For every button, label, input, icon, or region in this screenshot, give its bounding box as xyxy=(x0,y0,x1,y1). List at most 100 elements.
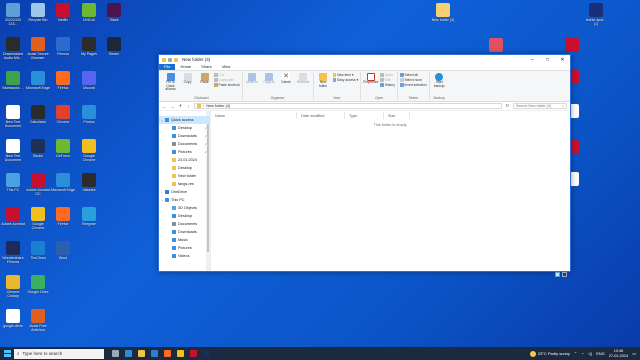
desktop-icon[interactable]: Microsoft Edge xyxy=(26,71,50,94)
column-date-modified[interactable]: Date modified xyxy=(297,112,345,119)
desktop-icon[interactable]: Avast Free Antivirus xyxy=(26,309,50,332)
tab-file[interactable]: File xyxy=(159,63,176,70)
desktop-icon[interactable]: Slack xyxy=(102,3,126,26)
notification-icon[interactable]: ▭ xyxy=(632,351,636,356)
properties-icon[interactable] xyxy=(168,57,172,62)
edit-button[interactable]: Edit xyxy=(380,78,395,82)
new-item-button[interactable]: New item ▾ xyxy=(332,73,359,77)
clock[interactable]: 12:46 27-02-2024 xyxy=(609,349,628,358)
nav-item[interactable]: New folder xyxy=(159,172,210,180)
desktop-icon[interactable]: Adobe Acrobat DC xyxy=(26,173,50,196)
desktop-icon[interactable]: 20220330 133... xyxy=(1,3,25,26)
invert-selection-button[interactable]: Invert selection xyxy=(400,83,427,87)
maximize-button[interactable]: □ xyxy=(540,55,555,64)
nav-item[interactable]: › OneDrive xyxy=(159,188,210,196)
desktop-icon[interactable]: techie-spot... (1) xyxy=(584,3,608,26)
desktop-icon[interactable]: Bluestacks ... xyxy=(1,71,25,94)
app-icon[interactable] xyxy=(190,350,197,357)
refresh-icon[interactable]: ↻ xyxy=(505,103,510,109)
desktop-icon[interactable]: Recycle Bin xyxy=(26,3,50,26)
nav-item[interactable]: Downloads ✓ xyxy=(159,132,210,140)
language-indicator[interactable]: ENG xyxy=(596,351,605,356)
desktop-icon[interactable]: Firefox xyxy=(51,71,75,94)
tab-home[interactable]: Home xyxy=(175,63,196,70)
back-arrow-icon[interactable]: ← xyxy=(162,104,167,109)
open-button[interactable]: Open xyxy=(380,73,395,77)
nav-item[interactable]: Pictures ✓ xyxy=(159,148,210,156)
nav-item[interactable]: ⌄ This PC xyxy=(159,196,210,204)
chrome-icon[interactable] xyxy=(177,350,184,357)
desktop-icon[interactable]: My Pages xyxy=(77,37,101,60)
volume-icon[interactable]: ◁) xyxy=(588,351,592,356)
nav-item[interactable]: Documents xyxy=(159,220,210,228)
task-view-icon[interactable] xyxy=(112,350,119,357)
network-icon[interactable]: ◔ xyxy=(581,351,583,356)
copy-button[interactable]: Copy xyxy=(180,72,195,96)
expand-chevron-icon[interactable]: ⌄ xyxy=(161,198,164,202)
search-input[interactable]: Search New folder (4) ⌕ xyxy=(513,103,567,109)
desktop-icon[interactable]: Steam xyxy=(102,37,126,60)
column-size[interactable]: Size xyxy=(384,112,410,119)
taskbar-search[interactable]: ⌕ Type here to search xyxy=(14,348,104,359)
paste-button[interactable]: Paste xyxy=(197,72,212,96)
desktop-icon[interactable]: New folder (3) xyxy=(431,3,455,26)
nav-item[interactable]: Pictures xyxy=(159,244,210,252)
nav-item[interactable]: Desktop ✓ xyxy=(159,124,210,132)
title-bar[interactable]: New folder (4) – □ ✕ xyxy=(159,55,570,64)
store-icon[interactable] xyxy=(151,350,158,357)
desktop-icon[interactable]: google-drive xyxy=(1,309,25,332)
nav-item[interactable]: Desktop xyxy=(159,212,210,220)
desktop-icon[interactable]: Downloaded Audio Mix... xyxy=(1,37,25,60)
desktop-icon[interactable]: Adobe Acrobat xyxy=(1,207,25,230)
desktop-icon[interactable]: Valorant xyxy=(77,173,101,196)
desktop-icon[interactable]: New Text Document xyxy=(1,139,25,162)
expand-chevron-icon[interactable]: › xyxy=(161,190,162,194)
details-view-icon[interactable] xyxy=(555,271,560,277)
desktop-icon[interactable]: Word xyxy=(51,241,75,264)
recent-locations-icon[interactable]: ▾ xyxy=(178,103,183,109)
tab-view[interactable]: View xyxy=(217,63,236,70)
tab-share[interactable]: Share xyxy=(196,63,217,70)
paste-shortcut-button[interactable]: Paste shortcut xyxy=(214,83,240,87)
nav-item[interactable]: 3D Objects xyxy=(159,204,210,212)
forward-arrow-icon[interactable]: → xyxy=(170,104,175,109)
desktop-icon[interactable]: Firefox xyxy=(51,207,75,230)
desktop-icon[interactable]: TheClean xyxy=(26,241,50,264)
nav-item[interactable]: Videos xyxy=(159,252,210,260)
move-to-button[interactable]: Move to xyxy=(245,72,260,96)
pin-to-quick-access-button[interactable]: Pin to Quick access xyxy=(163,72,178,96)
file-explorer-icon[interactable] xyxy=(138,350,145,357)
nav-item[interactable]: Downloads xyxy=(159,228,210,236)
desktop-icon[interactable]: Calculator xyxy=(26,105,50,128)
close-button[interactable]: ✕ xyxy=(555,55,570,64)
nav-item[interactable]: Desktop xyxy=(159,164,210,172)
nav-item[interactable]: fangs-res xyxy=(159,180,210,188)
start-backup-button[interactable]: Start backup xyxy=(432,72,447,96)
desktop-icon[interactable]: NVIDIA xyxy=(77,3,101,26)
easy-access-button[interactable]: Easy access ▾ xyxy=(332,78,358,82)
desktop-icon[interactable]: Filmora xyxy=(51,37,75,60)
desktop-icon[interactable]: Telegram xyxy=(77,207,101,230)
desktop-icon[interactable]: Microsoft Edge xyxy=(51,173,75,196)
desktop-icon[interactable]: Netflix xyxy=(51,3,75,26)
address-bar[interactable]: › New folder (4) xyxy=(194,103,502,109)
desktop-icon[interactable]: GeForce xyxy=(51,139,75,162)
desktop-icon[interactable]: New Text Document xyxy=(1,105,25,128)
desktop-icon[interactable]: Chrome Canary xyxy=(1,275,25,298)
desktop-icon[interactable]: This PC xyxy=(1,173,25,196)
desktop-icon[interactable]: Wondershare Filmora xyxy=(1,241,25,264)
nav-item[interactable]: ⌄ Quick access xyxy=(159,116,210,124)
copy-path-button[interactable]: Copy path xyxy=(214,78,240,82)
new-folder-icon[interactable] xyxy=(174,57,178,62)
rename-button[interactable]: Rename xyxy=(296,72,311,96)
firefox-icon[interactable] xyxy=(164,350,171,357)
nav-item[interactable]: Music xyxy=(159,236,210,244)
up-arrow-icon[interactable]: ↑ xyxy=(186,104,191,109)
desktop-icon[interactable]: Google Chrome xyxy=(77,139,101,162)
desktop-icon[interactable]: Photos xyxy=(77,105,101,128)
minimize-button[interactable]: – xyxy=(525,55,540,64)
desktop-icon[interactable]: Studio xyxy=(26,139,50,162)
nav-item[interactable]: Documents ✓ xyxy=(159,140,210,148)
delete-button[interactable]: ✕ Delete xyxy=(279,72,294,96)
cut-button[interactable]: Cut xyxy=(214,73,240,77)
